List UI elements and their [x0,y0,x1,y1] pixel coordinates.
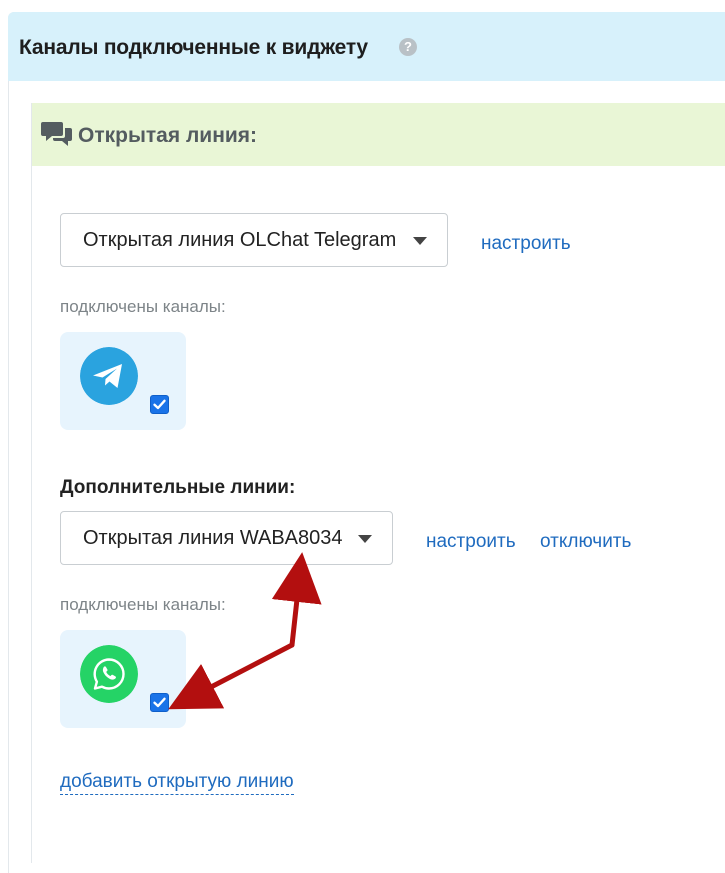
whatsapp-checkbox[interactable] [150,693,169,712]
telegram-checkbox[interactable] [150,395,169,414]
add-open-line-link[interactable]: добавить открытую линию [60,771,294,795]
additional-lines-title: Дополнительные линии: [60,477,296,498]
checkmark-icon [153,697,166,708]
primary-line-select-value: Открытая линия OLChat Telegram [83,229,397,251]
primary-line-select[interactable]: Открытая линия OLChat Telegram [60,213,448,267]
disable-additional-link[interactable]: отключить [540,531,631,553]
telegram-icon [80,347,138,405]
channel-card-whatsapp[interactable] [60,630,186,728]
additional-line-select[interactable]: Открытая линия WABA8034 [60,511,393,565]
connected-channels-label: подключены каналы: [60,297,226,316]
chevron-down-icon [413,237,427,245]
chat-bubbles-icon [41,122,72,146]
chevron-down-icon [358,535,372,543]
whatsapp-icon [80,645,138,703]
configure-primary-link[interactable]: настроить [481,233,571,255]
widget-panel-title: Каналы подключенные к виджету [19,36,368,59]
open-line-title: Открытая линия: [78,124,258,147]
checkmark-icon [153,399,166,410]
additional-line-select-value: Открытая линия WABA8034 [83,527,343,549]
additional-connected-channels-label: подключены каналы: [60,595,226,614]
channel-card-telegram[interactable] [60,332,186,430]
help-icon[interactable]: ? [399,38,417,56]
configure-additional-link[interactable]: настроить [426,531,516,553]
